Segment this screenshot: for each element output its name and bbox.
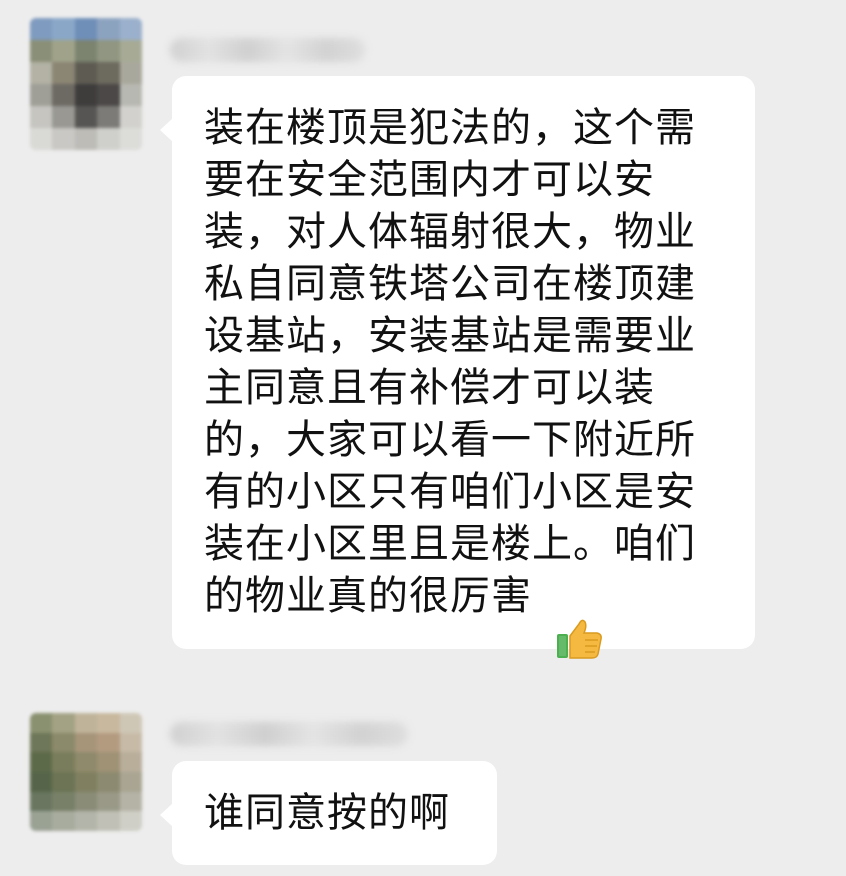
message-text: 谁同意按的啊: [204, 790, 450, 836]
avatar[interactable]: [30, 713, 142, 831]
thumbs-up-icon: [555, 616, 605, 660]
avatar[interactable]: [30, 18, 142, 150]
sender-name-redacted: [170, 722, 408, 746]
sender-name-redacted: [170, 38, 365, 62]
chat-window: 装在楼顶是犯法的，这个需要在安全范围内才可以安装，对人体辐射很大，物业私自同意铁…: [0, 0, 846, 876]
message-text: 装在楼顶是犯法的，这个需要在安全范围内才可以安装，对人体辐射很大，物业私自同意铁…: [204, 105, 696, 619]
message-bubble[interactable]: 谁同意按的啊: [160, 761, 497, 865]
message-bubble[interactable]: 装在楼顶是犯法的，这个需要在安全范围内才可以安装，对人体辐射很大，物业私自同意铁…: [160, 76, 755, 649]
